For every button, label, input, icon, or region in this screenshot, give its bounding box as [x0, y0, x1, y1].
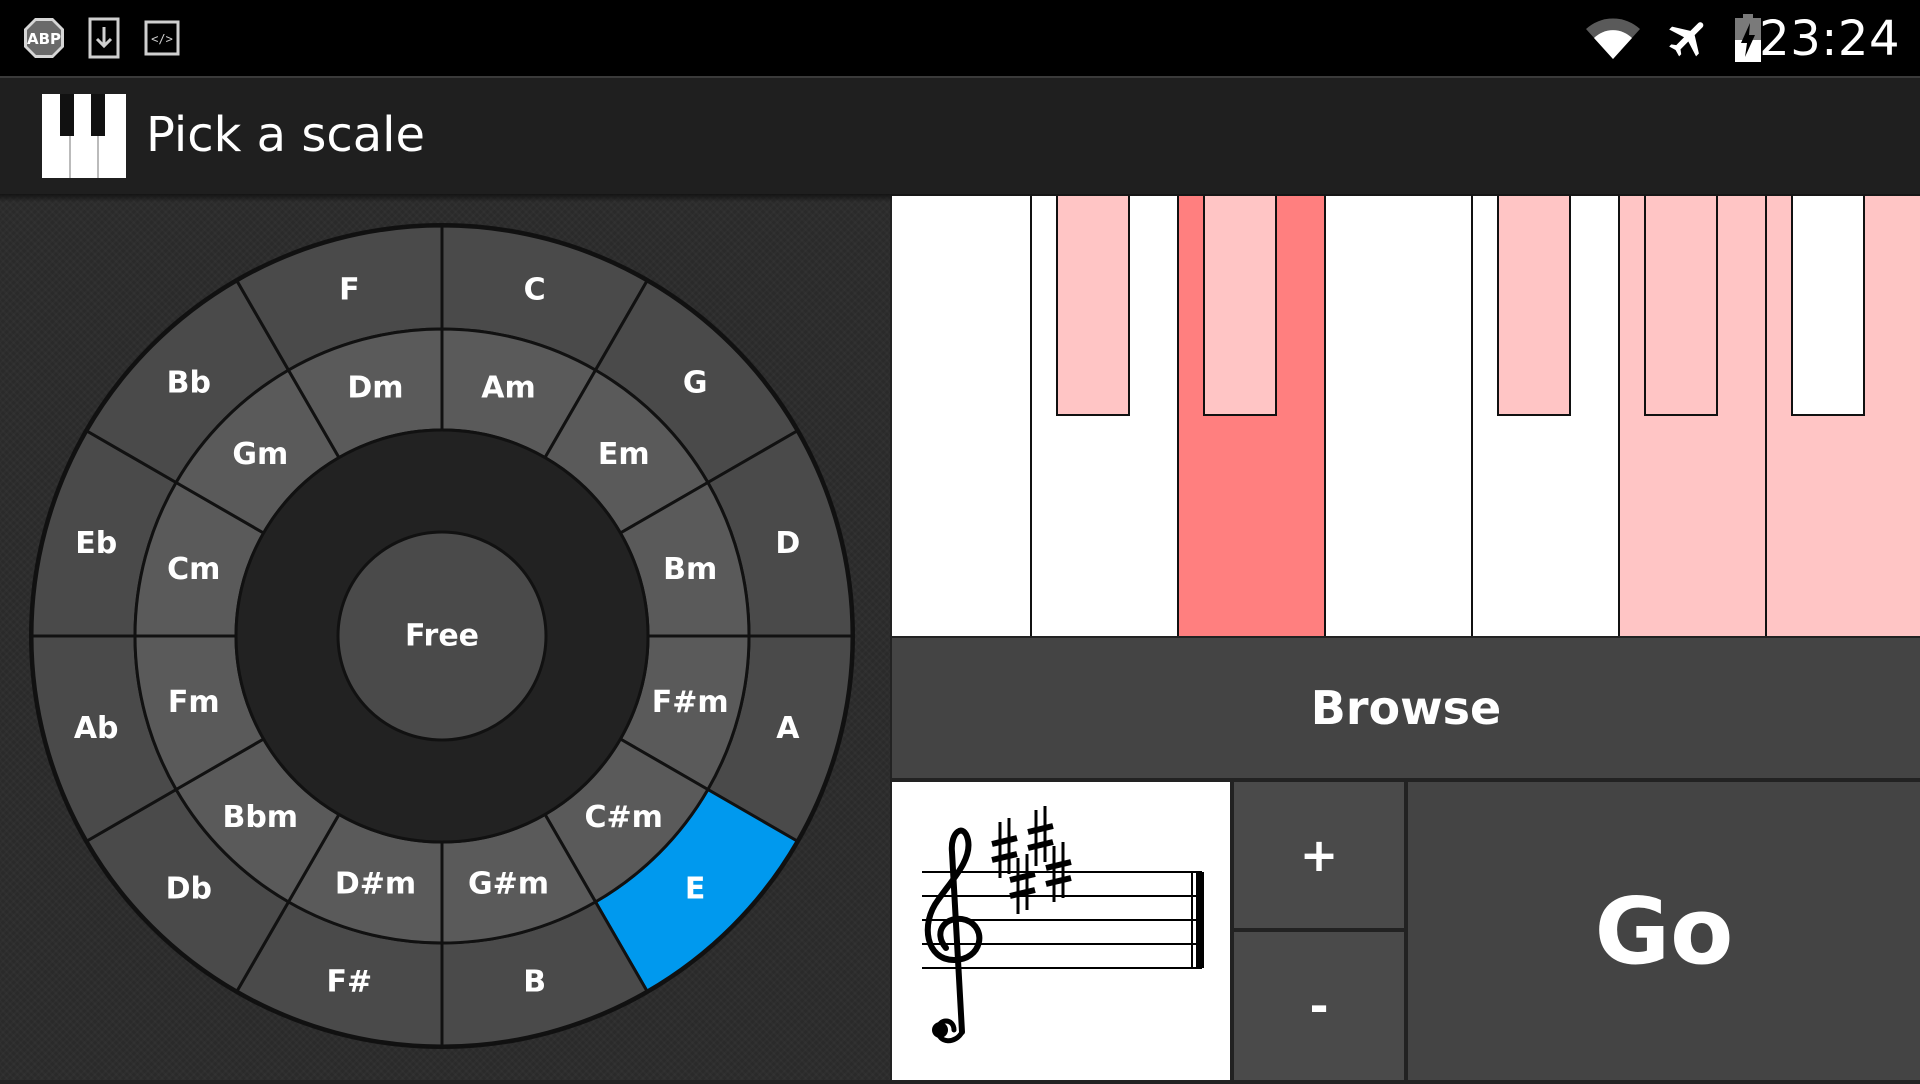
piano-white-key[interactable] [1326, 196, 1473, 636]
app-bar: Pick a scale [0, 76, 1920, 194]
sharp-icon [991, 818, 1018, 878]
free-mode-button[interactable]: Free [336, 530, 548, 742]
wifi-icon [1584, 0, 1642, 76]
piano-black-key[interactable] [1643, 196, 1718, 416]
piano-keys-icon[interactable] [42, 94, 126, 182]
svg-text:</>: </> [151, 32, 173, 46]
piano-black-key[interactable] [1055, 196, 1130, 416]
piano-keyboard[interactable] [892, 196, 1920, 636]
sharp-icon [1009, 854, 1036, 914]
circle-of-fifths: CGDAEBF#DbAbEbBbFAmEmBmF#mC#mG#mD#mBbmFm… [29, 223, 855, 1049]
browse-button[interactable]: Browse [892, 638, 1920, 778]
piano-black-key[interactable] [1202, 196, 1277, 416]
key-signature-display [892, 782, 1230, 1080]
page-title: Pick a scale [146, 107, 426, 163]
piano-black-key[interactable] [1496, 196, 1571, 416]
download-icon [88, 0, 120, 76]
go-button[interactable]: Go [1408, 782, 1920, 1080]
piano-black-key[interactable] [1790, 196, 1865, 416]
treble-clef-icon [924, 827, 983, 1044]
status-time: 23:24 [1759, 11, 1900, 67]
increase-sharps-button[interactable]: + [1234, 782, 1404, 928]
piano-white-key[interactable] [892, 196, 1032, 636]
airplane-mode-icon [1664, 0, 1714, 76]
circle-of-fifths-panel: C G D A E B F# Db Ab Eb Bb F Am Em Bm F#m C#m G#m D#m Bbm Fm… [0, 194, 890, 1080]
decrease-sharps-button[interactable]: - [1234, 932, 1404, 1080]
key-signature-sharps [991, 806, 1072, 914]
svg-text:ABP: ABP [27, 30, 61, 48]
code-icon: </> [144, 0, 180, 76]
status-bar: ABP </> 23:24 [0, 0, 1920, 76]
adblock-icon: ABP [22, 0, 66, 76]
sharp-icon [1027, 806, 1054, 866]
